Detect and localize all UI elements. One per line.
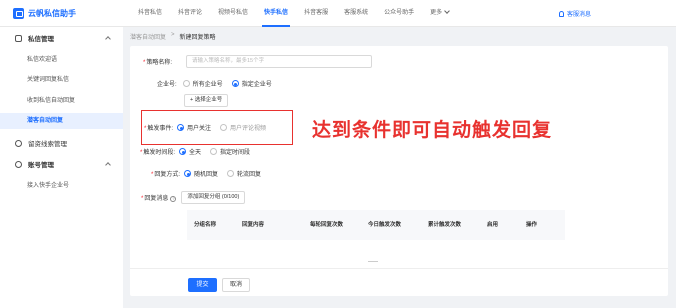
sidebar: 私信管理 私信欢迎语 关键词回复私信 收到私信自动回复 潜客自动回复 留资线索管… (0, 27, 123, 308)
msg-label-text: 回复消息 (144, 196, 169, 202)
lead-icon (15, 139, 22, 147)
time-label: *触发时间段: (140, 147, 175, 156)
name-label-text: 策略名称: (146, 60, 173, 66)
message-icon (15, 34, 22, 42)
select-account-button[interactable]: + 选择企业号 (184, 94, 229, 107)
account-icon (15, 160, 22, 168)
radio-label: 指定时间段 (220, 150, 251, 156)
logo-icon (13, 8, 24, 19)
table-header: 每轮回复次数 (310, 222, 344, 228)
sidebar-item-keyword[interactable]: 关键词回复私信 (0, 72, 123, 88)
mode-label: *回复方式: (151, 169, 180, 178)
row-time: *触发时间段: 全天 指定时间段 (140, 147, 259, 156)
sidebar-item-auto-reply[interactable]: 收到私信自动回复 (0, 93, 123, 109)
radio-checked-icon (179, 148, 187, 155)
row-name: *策略名称: 请输入策略名称，最多15个字 (143, 55, 383, 68)
sidebar-group-label: 账号管理 (28, 162, 54, 169)
bell-icon (558, 10, 564, 17)
sidebar-item-welcome[interactable]: 私信欢迎语 (0, 52, 123, 68)
highlight-box (141, 110, 293, 145)
main-area: 潜客自动回复 > 新建回复策略 (123, 27, 676, 308)
required-mark: * (141, 196, 144, 202)
nav-kuaishou-dm[interactable]: 快手私信 (256, 0, 296, 27)
radio-all-day[interactable]: 全天 (179, 147, 201, 156)
radio-checked-icon (231, 80, 239, 87)
mode-label-text: 回复方式: (154, 172, 181, 178)
breadcrumb-parent[interactable]: 潜客自动回复 (130, 32, 166, 41)
required-mark: * (143, 60, 146, 66)
radio-random-reply[interactable]: 随机回复 (184, 169, 218, 178)
sidebar-item-lead-reply[interactable]: 潜客自动回复 (0, 113, 123, 129)
nav-more-label: 更多 (430, 10, 443, 16)
radio-label: 全天 (189, 150, 202, 156)
row-mode: *回复方式: 随机回复 轮流回复 (151, 169, 270, 178)
account-label: 企业号: (157, 82, 177, 88)
breadcrumb: 潜客自动回复 > 新建回复策略 (130, 32, 216, 41)
nav-douyin-service[interactable]: 抖音客服 (296, 0, 336, 27)
radio-icon (182, 80, 190, 87)
breadcrumb-current: 新建回复策略 (179, 35, 216, 41)
row-add-account: + 选择企业号 (184, 94, 229, 107)
sidebar-group-label: 私信管理 (28, 36, 54, 43)
table-header: 操作 (526, 222, 538, 228)
submit-button[interactable]: 提交 (188, 278, 217, 292)
reply-group-table: 分组名称 回复内容 每轮回复次数 今日触发次数 累计触发次数 启用 操作 (187, 210, 565, 240)
table-header: 启用 (487, 222, 499, 228)
radio-specific-account[interactable]: 指定企业号 (231, 79, 272, 88)
nav-douyin-comment[interactable]: 抖音评论 (170, 0, 210, 27)
app-title: 云帆私信助手 (28, 9, 76, 18)
top-bar: 云帆私信助手 抖音私信 抖音评论 视频号私信 快手私信 抖音客服 客服系统 公众… (0, 0, 676, 27)
annotation-text: 达到条件即可自动触发回复 (312, 120, 553, 141)
required-mark: * (151, 172, 154, 178)
row-messages: *回复消息? 添加回复分组 (0/100) (141, 191, 246, 204)
add-reply-group-button[interactable]: 添加回复分组 (0/100) (181, 191, 246, 204)
top-nav: 抖音私信 抖音评论 视频号私信 快手私信 抖音客服 客服系统 公众号助手 更多 (130, 0, 457, 27)
app-logo[interactable]: 云帆私信助手 (13, 8, 76, 19)
nav-service-system[interactable]: 客服系统 (336, 0, 376, 27)
radio-rotate-reply[interactable]: 轮流回复 (227, 169, 261, 178)
radio-label: 随机回复 (194, 172, 219, 178)
radio-label: 轮流回复 (237, 172, 262, 178)
strategy-name-input[interactable]: 请输入策略名称，最多15个字 (186, 55, 372, 68)
msg-label: *回复消息? (141, 193, 177, 202)
radio-all-accounts[interactable]: 所有企业号 (182, 79, 223, 88)
scroll-indicator[interactable] (368, 258, 378, 262)
time-label-text: 触发时间段: (143, 150, 176, 156)
nav-douyin-dm[interactable]: 抖音私信 (130, 0, 170, 27)
radio-checked-icon (184, 170, 192, 177)
sidebar-item-connect[interactable]: 接入快手企业号 (0, 178, 123, 194)
radio-time-range[interactable]: 指定时间段 (210, 147, 250, 156)
sidebar-group-label: 留资线索管理 (28, 141, 67, 148)
table-header: 累计触发次数 (428, 222, 462, 228)
nav-official-account[interactable]: 公众号助手 (376, 0, 422, 27)
sidebar-group-dm[interactable]: 私信管理 (0, 30, 123, 46)
cancel-button[interactable]: 取消 (222, 278, 250, 292)
chevron-up-icon (105, 162, 111, 168)
table-header: 回复内容 (242, 222, 265, 228)
name-label: *策略名称: (143, 57, 172, 66)
radio-label: 所有企业号 (192, 82, 223, 88)
radio-icon (210, 148, 218, 155)
service-messages[interactable]: 客服消息 (558, 9, 591, 18)
row-account: 企业号: 所有企业号 指定企业号 (157, 79, 281, 88)
table-header: 分组名称 (194, 222, 217, 228)
chevron-down-icon (444, 8, 450, 14)
table-header: 今日触发次数 (368, 222, 402, 228)
sidebar-group-account[interactable]: 账号管理 (0, 156, 123, 172)
breadcrumb-separator: > (171, 32, 175, 38)
footer-divider (130, 268, 668, 269)
radio-icon (227, 170, 235, 177)
nav-channels-dm[interactable]: 视频号私信 (210, 0, 256, 27)
required-mark: * (140, 150, 143, 156)
chevron-up-icon (105, 36, 111, 42)
radio-label: 指定企业号 (241, 82, 272, 88)
nav-more[interactable]: 更多 (422, 0, 457, 27)
sidebar-group-leads[interactable]: 留资线索管理 (0, 135, 123, 151)
help-icon[interactable]: ? (170, 196, 177, 202)
service-messages-label: 客服消息 (566, 12, 591, 18)
